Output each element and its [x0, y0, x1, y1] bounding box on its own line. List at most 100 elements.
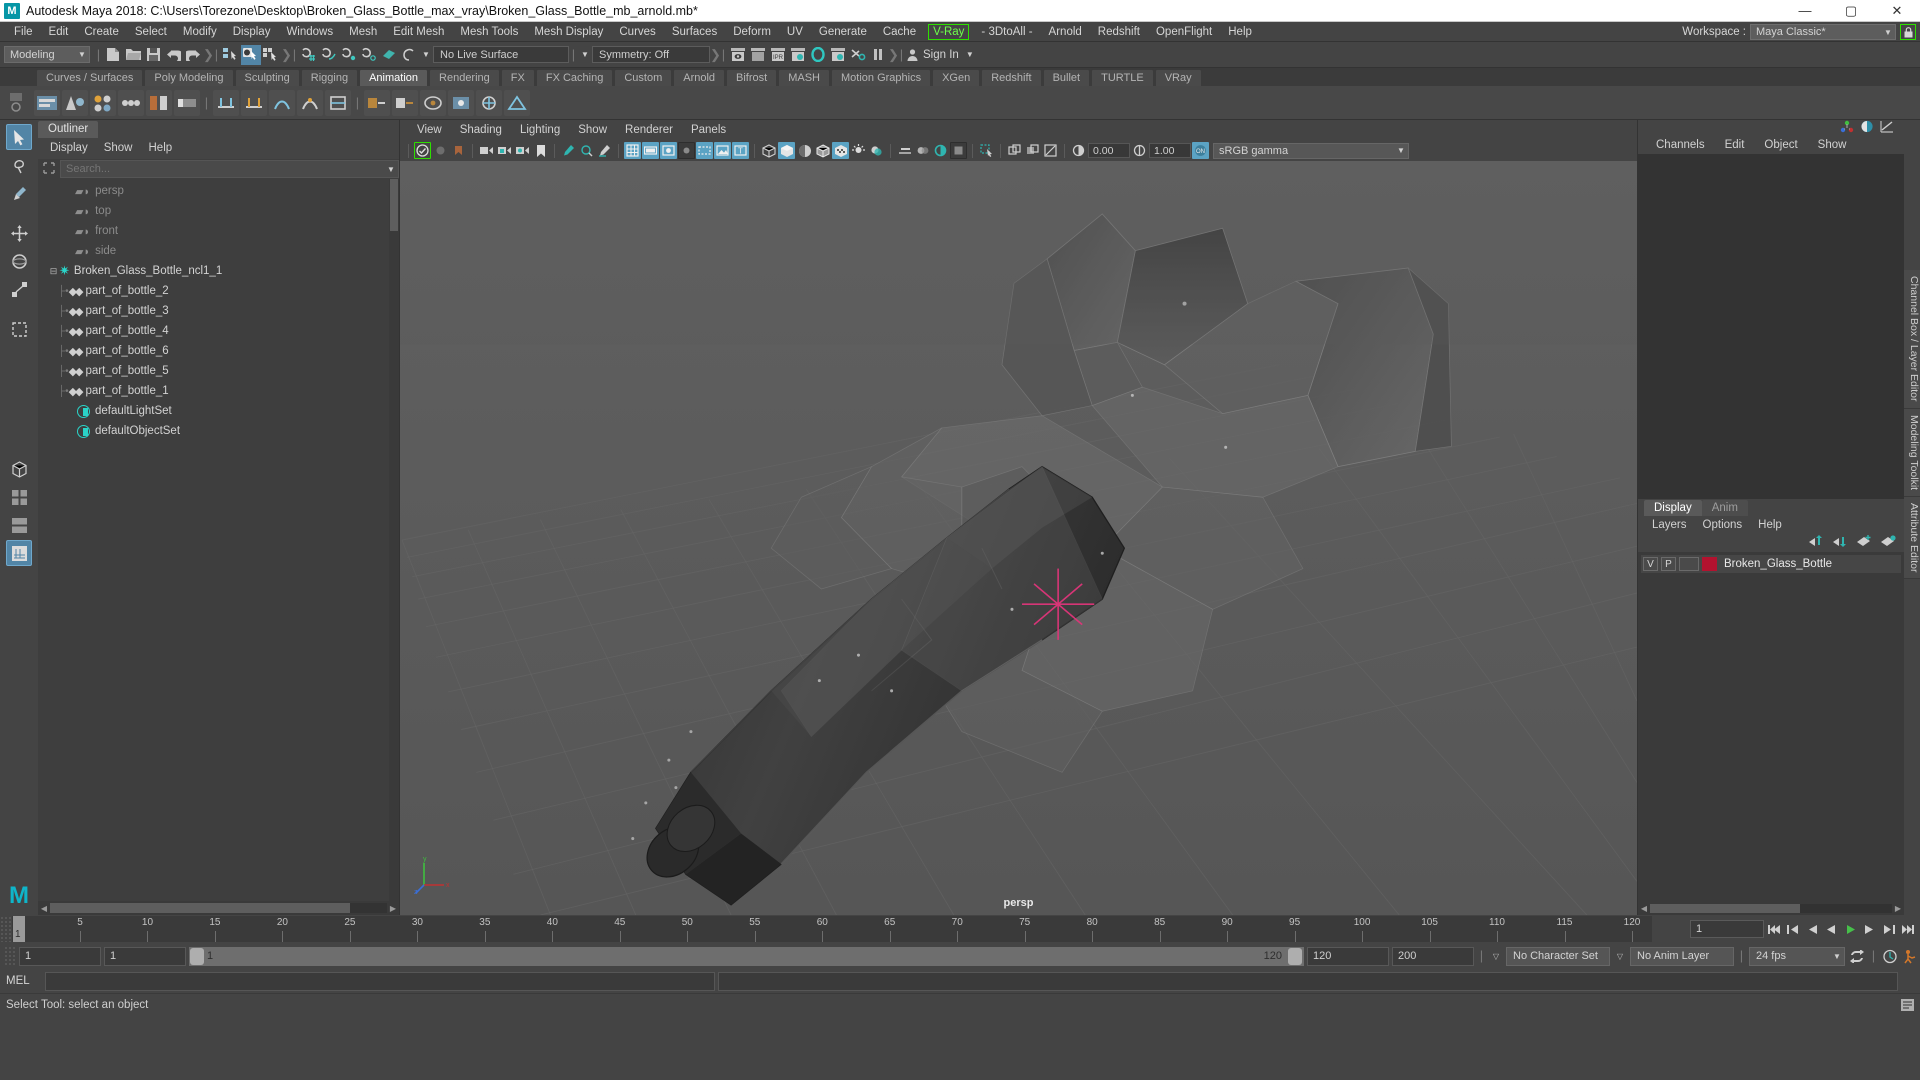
film-gate-icon[interactable] [642, 142, 659, 159]
play-backwards-icon[interactable] [1822, 920, 1840, 938]
menu-item-edit-mesh[interactable]: Edit Mesh [385, 22, 452, 42]
exposure-control-icon[interactable] [1070, 142, 1087, 159]
shelf-icon-1[interactable] [34, 89, 60, 116]
save-scene-icon[interactable] [143, 45, 163, 65]
motion-blur-icon[interactable] [896, 142, 913, 159]
redo-render-icon[interactable] [748, 45, 768, 65]
outliner-tab[interactable]: Outliner [38, 121, 99, 138]
shelf-tab-arnold[interactable]: Arnold [673, 69, 726, 86]
viewport-menu-renderer[interactable]: Renderer [616, 124, 682, 136]
redo-icon[interactable] [183, 45, 203, 65]
character-set-menu-icon[interactable]: ▽ [1489, 952, 1503, 961]
menu-item-uv[interactable]: UV [779, 22, 811, 42]
new-scene-icon[interactable] [103, 45, 123, 65]
pause-icon[interactable] [868, 45, 888, 65]
shelf-icon-15[interactable] [448, 89, 474, 116]
outliner-item-persp[interactable]: ▰◗ persp [38, 181, 399, 201]
range-start-field[interactable]: 1 [104, 946, 186, 966]
rotate-tool-icon[interactable] [6, 248, 32, 274]
go-to-start-icon[interactable] [1765, 920, 1783, 938]
command-input[interactable] [45, 971, 715, 991]
four-view-layout-icon[interactable] [6, 484, 32, 510]
resolution-gate-icon[interactable] [660, 142, 677, 159]
command-language-label[interactable]: MEL [6, 975, 42, 987]
range-end-field[interactable]: 120 [1307, 946, 1389, 966]
viewport-menu-panels[interactable]: Panels [682, 124, 735, 136]
viewport-menu-lighting[interactable]: Lighting [511, 124, 569, 136]
ipr-render-icon[interactable]: IPR [768, 45, 788, 65]
shelf-icon-2[interactable] [62, 89, 88, 116]
move-layer-up-icon[interactable] [1809, 535, 1824, 550]
menu-item-arnold[interactable]: Arnold [1041, 22, 1090, 42]
color-space-combo[interactable]: sRGB gamma ▼ [1213, 142, 1409, 159]
step-forward-key-icon[interactable] [1879, 920, 1897, 938]
scrollbar-thumb[interactable] [1650, 904, 1800, 913]
chevron-down-icon[interactable]: ▼ [384, 165, 398, 174]
outliner-item-defaultlightset[interactable]: defaultLightSet [38, 401, 399, 421]
view-cube-icon[interactable] [6, 456, 32, 482]
layer-tab-anim[interactable]: Anim [1701, 499, 1748, 516]
bookmark-icon[interactable] [532, 142, 549, 159]
minimize-button[interactable]: — [1782, 0, 1828, 22]
menu-item-generate[interactable]: Generate [811, 22, 875, 42]
drag-handle[interactable] [4, 946, 16, 966]
outliner-menu-help[interactable]: Help [141, 142, 181, 154]
render-view-icon[interactable] [828, 45, 848, 65]
shelf-tab-motion-graphics[interactable]: Motion Graphics [831, 69, 932, 86]
shelf-icon-14[interactable] [420, 89, 446, 116]
menu-item-display[interactable]: Display [225, 22, 279, 42]
step-back-frame-icon[interactable] [1803, 920, 1821, 938]
loop-playback-icon[interactable] [1848, 947, 1866, 965]
gamma-control-icon[interactable] [1131, 142, 1148, 159]
go-to-end-icon[interactable] [1898, 920, 1916, 938]
menu-item-curves[interactable]: Curves [611, 22, 663, 42]
menuset-combo[interactable]: Modeling ▼ [4, 46, 90, 63]
last-tool-used-icon[interactable] [6, 316, 32, 342]
shelf-icon-9[interactable] [269, 89, 295, 116]
outliner-item-part_of_bottle_3[interactable]: ├• ◆◆ part_of_bottle_3 [38, 301, 399, 321]
grease-pencil-frames-icon[interactable] [578, 142, 595, 159]
shelf-tab-redshift[interactable]: Redshift [981, 69, 1042, 86]
menu-item-surfaces[interactable]: Surfaces [664, 22, 725, 42]
menu-item-deform[interactable]: Deform [725, 22, 779, 42]
animation-preferences-icon[interactable] [1902, 947, 1920, 965]
viewport-render-icon[interactable] [1042, 142, 1059, 159]
shadows-icon[interactable] [868, 142, 885, 159]
shelf-icon-7[interactable] [213, 89, 239, 116]
color-management-toggle-icon[interactable]: ON [1192, 142, 1209, 159]
scroll-track[interactable] [1650, 904, 1892, 913]
viewport-canvas[interactable] [400, 161, 1637, 915]
shelf-tab-poly-modeling[interactable]: Poly Modeling [144, 69, 234, 86]
menu-item-help[interactable]: Help [1220, 22, 1260, 42]
chevron-down-icon[interactable]: ▼ [578, 50, 592, 59]
menu-item-3dtoall[interactable]: - 3DtoAll - [973, 22, 1040, 42]
shelf-tab-xgen[interactable]: XGen [932, 69, 981, 86]
maximize-button[interactable]: ▢ [1828, 0, 1874, 22]
channelbox-menu-show[interactable]: Show [1808, 139, 1857, 151]
expand-toggle-icon[interactable]: ⊟ [48, 266, 59, 277]
shelf-tab-fx[interactable]: FX [500, 69, 535, 86]
channelbox-menu-object[interactable]: Object [1754, 139, 1807, 151]
scroll-left-icon[interactable]: ◀ [1638, 904, 1650, 913]
menu-item-redshift[interactable]: Redshift [1090, 22, 1148, 42]
menu-item-cache[interactable]: Cache [875, 22, 924, 42]
close-button[interactable]: ✕ [1874, 0, 1920, 22]
layer-playback-toggle[interactable]: P [1661, 556, 1676, 571]
bookmark-camera-icon[interactable] [450, 142, 467, 159]
shelf-tab-animation[interactable]: Animation [359, 69, 429, 86]
outliner-menu-display[interactable]: Display [42, 142, 96, 154]
chevron-down-icon[interactable]: ▼ [1394, 146, 1408, 155]
viewport-menu-view[interactable]: View [408, 124, 451, 136]
layer-menu-help[interactable]: Help [1750, 519, 1790, 531]
isolate-select-icon[interactable] [978, 142, 995, 159]
scroll-track[interactable] [50, 903, 387, 913]
shelf-tab-rendering[interactable]: Rendering [429, 69, 500, 86]
toggle-2d-pan-zoom-icon[interactable] [1024, 142, 1041, 159]
hypershade-icon[interactable] [808, 45, 828, 65]
viewport-3d[interactable]: y x z persp [400, 161, 1637, 915]
graph-editor-icon[interactable] [1880, 120, 1894, 136]
xray-icon[interactable] [696, 142, 713, 159]
scrollbar-thumb[interactable] [390, 179, 398, 231]
channelbox-content[interactable] [1638, 154, 1904, 499]
shelf-icon-11[interactable] [325, 89, 351, 116]
